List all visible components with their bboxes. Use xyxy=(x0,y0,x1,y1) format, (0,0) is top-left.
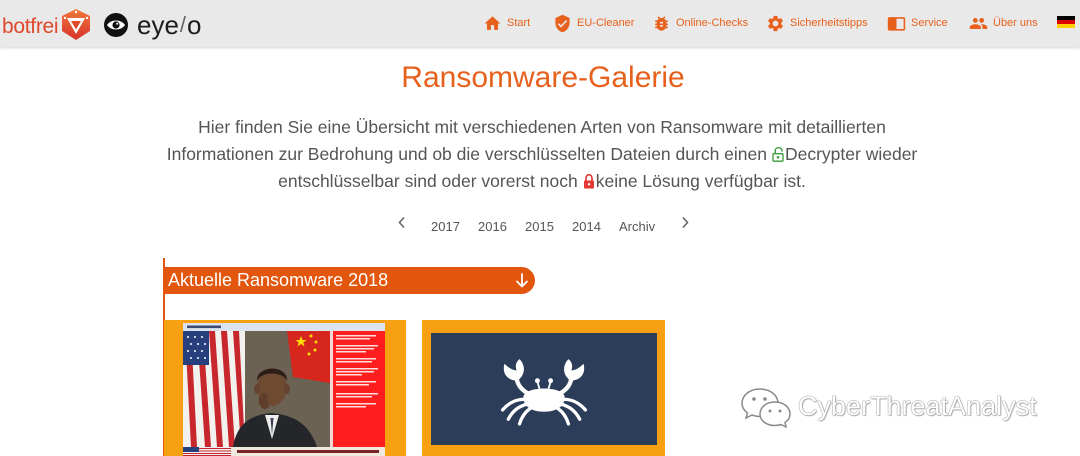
chevron-left-icon[interactable] xyxy=(397,216,406,229)
watermark-text: CyberThreatAnalyst xyxy=(798,391,1037,421)
nav-item-label: Online-Checks xyxy=(676,17,749,29)
eye-icon[interactable] xyxy=(104,13,128,37)
nav-item-online-checks[interactable]: Online-Checks xyxy=(652,13,748,33)
ransom-note-thumbnail xyxy=(183,323,385,456)
year-link-archiv[interactable]: Archiv xyxy=(619,217,655,237)
book-icon xyxy=(887,16,906,31)
intro-paragraph: Hier finden Sie eine Übersicht mit versc… xyxy=(2,114,1080,195)
intro-text: Informationen zur Bedrohung und ob die v… xyxy=(166,144,767,164)
botfrei-logo-text[interactable]: botfrei xyxy=(2,14,59,40)
nav-item-ueber-uns[interactable]: Über uns xyxy=(969,13,1038,33)
intro-line: Informationen zur Bedrohung und ob die v… xyxy=(2,141,1080,168)
eyeo-logo-slash: / xyxy=(179,12,187,37)
nav-item-service[interactable]: Service xyxy=(887,13,948,33)
ransomware-card[interactable] xyxy=(164,320,406,456)
nav-item-eu-cleaner[interactable]: EU-Cleaner xyxy=(553,13,634,33)
users-icon xyxy=(969,17,988,29)
nav-item-label: Start xyxy=(507,17,531,29)
card-thumbnail xyxy=(431,333,657,445)
nav-item-label: Service xyxy=(911,17,948,29)
nav-item-sicherheitstipps[interactable]: Sicherheitstipps xyxy=(766,13,868,33)
year-link-2016[interactable]: 2016 xyxy=(478,217,507,237)
eyeo-logo-text[interactable]: eye / o xyxy=(137,10,202,40)
eyeo-logo-part: o xyxy=(187,10,202,40)
botfrei-shield-icon[interactable] xyxy=(59,7,93,41)
section-header-2018[interactable]: Aktuelle Ransomware 2018 xyxy=(163,267,535,294)
unlock-icon xyxy=(772,146,784,162)
home-icon xyxy=(484,15,501,30)
page-title: Ransomware-Galerie xyxy=(401,61,685,94)
nav-item-label: Über uns xyxy=(993,17,1038,29)
german-flag-icon[interactable] xyxy=(1057,16,1075,28)
crab-icon xyxy=(500,359,588,426)
decrypter-label: Decrypter wieder xyxy=(784,144,918,164)
bug-icon xyxy=(655,15,668,31)
intro-line: Hier finden Sie eine Übersicht mit versc… xyxy=(198,117,886,137)
nav-item-start[interactable]: Start xyxy=(483,13,530,33)
lock-icon xyxy=(583,173,594,189)
nav-item-label: EU-Cleaner xyxy=(577,17,635,29)
arrow-down-icon[interactable] xyxy=(515,273,529,288)
year-link-2017[interactable]: 2017 xyxy=(431,217,460,237)
gear-icon xyxy=(768,15,783,31)
eyeo-logo-part: eye xyxy=(137,10,179,40)
section-title: Aktuelle Ransomware 2018 xyxy=(168,270,389,290)
intro-text: entschlüsselbar sind oder vorerst noch xyxy=(278,171,578,191)
ransomware-card[interactable] xyxy=(422,320,665,456)
year-link-2015[interactable]: 2015 xyxy=(525,217,554,237)
year-link-2014[interactable]: 2014 xyxy=(572,217,601,237)
intro-line: entschlüsselbar sind oder vorerst noch k… xyxy=(2,168,1080,195)
chevron-right-icon[interactable] xyxy=(681,216,690,229)
shield-check-icon xyxy=(555,14,570,32)
wechat-icon xyxy=(741,388,791,428)
no-solution-label: keine Lösung verfügbar ist. xyxy=(595,171,806,191)
nav-item-label: Sicherheitstipps xyxy=(790,17,868,29)
top-navigation-bar: botfrei eye / o Start EU-Cleaner Online-… xyxy=(0,0,1080,47)
